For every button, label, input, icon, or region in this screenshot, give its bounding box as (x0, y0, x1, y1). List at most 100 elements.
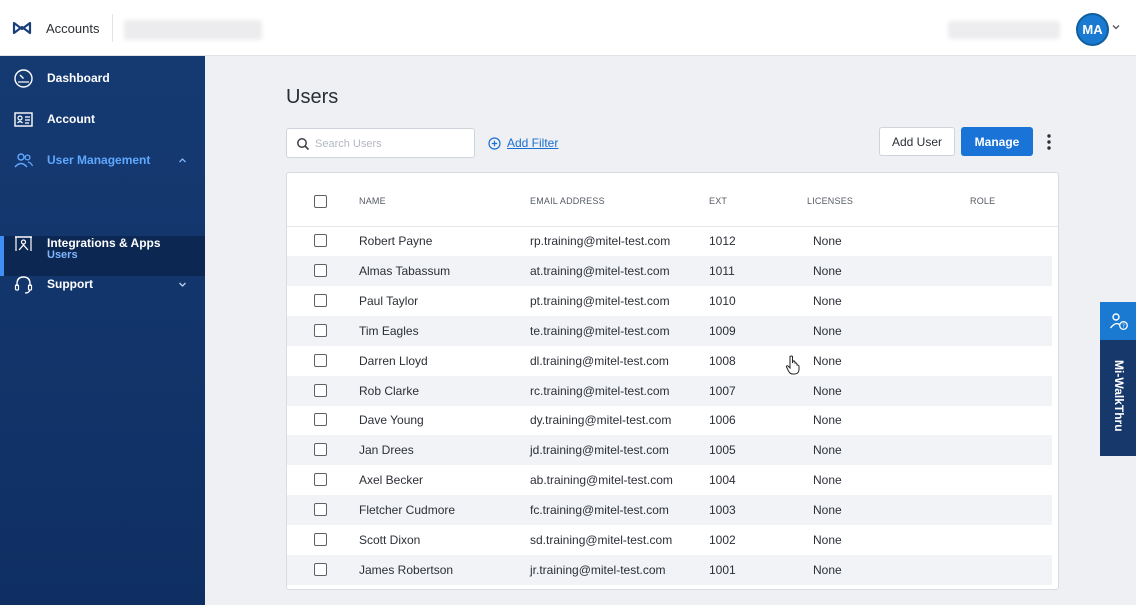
row-checkbox[interactable] (314, 353, 327, 367)
add-user-button[interactable]: Add User (879, 127, 955, 156)
page-title: Users (286, 86, 339, 108)
cell-licenses: None (813, 383, 842, 398)
more-options-icon[interactable] (1041, 131, 1057, 153)
cell-name[interactable]: Axel Becker (359, 473, 423, 487)
cell-ext: 1009 (709, 323, 736, 338)
users-table: NAME EMAIL ADDRESS EXT LICENSES ROLE Rob… (286, 172, 1059, 590)
row-checkbox[interactable] (314, 293, 327, 307)
cell-name[interactable]: Darren Lloyd (359, 354, 428, 368)
table-row[interactable]: Fletcher Cudmore fc.training@mitel-test.c… (287, 495, 1052, 526)
cell-licenses: None (813, 353, 842, 368)
cell-ext: 1011 (709, 263, 735, 278)
cell-email: sd.training@mitel-test.com (530, 533, 673, 547)
cell-email: rp.training@mitel-test.com (530, 234, 671, 248)
sidebar-item-dashboard[interactable]: Dashboard (0, 58, 205, 98)
sidebar-item-user-management[interactable]: User Management (0, 140, 205, 180)
table-row[interactable]: Rob Clarke rc.training@mitel-test.com 1007… (287, 375, 1052, 406)
brand[interactable]: Accounts (12, 18, 99, 38)
add-filter-link[interactable]: Add Filter (488, 136, 558, 150)
account-name-redacted (124, 20, 262, 40)
table-row[interactable]: Dave Young dy.training@mitel-test.com 1006… (287, 405, 1052, 435)
row-checkbox[interactable] (314, 413, 327, 427)
cell-ext: 1001 (709, 562, 736, 577)
column-header-name[interactable]: NAME (359, 196, 386, 206)
cell-email: pt.training@mitel-test.com (530, 293, 670, 308)
table-row[interactable]: Darren Lloyd dl.training@mitel-test.com 10… (287, 346, 1052, 376)
chevron-down-icon[interactable] (1111, 22, 1121, 32)
cell-ext: 1008 (709, 353, 736, 368)
cell-name[interactable]: Dave Young (359, 413, 424, 427)
cell-name[interactable]: Almas Tabassum (359, 264, 450, 278)
mitel-logo-icon (12, 21, 32, 35)
cell-name[interactable]: Paul Taylor (359, 294, 418, 308)
table-row[interactable]: Axel Becker ab.training@mitel-test.com 100… (287, 465, 1052, 495)
select-all-checkbox[interactable] (314, 195, 327, 208)
column-header-licenses[interactable]: LICENSES (807, 196, 853, 206)
table-row[interactable]: Paul Taylor pt.training@mitel-test.com 101… (287, 286, 1052, 316)
cell-licenses: None (813, 473, 842, 488)
cell-ext: 1002 (709, 533, 736, 547)
row-checkbox[interactable] (314, 234, 327, 247)
cell-name[interactable]: Fletcher Cudmore (359, 503, 455, 517)
table-row[interactable]: Tim Eagles te.training@mitel-test.com 1009… (287, 315, 1052, 346)
row-checkbox[interactable] (314, 503, 327, 517)
table-row[interactable]: Almas Tabassum at.training@mitel-test.com… (287, 255, 1052, 286)
dashboard-icon (14, 68, 33, 88)
cell-email: dl.training@mitel-test.com (530, 353, 669, 368)
app-title: Accounts (46, 20, 100, 36)
table-row[interactable]: James Robertson jr.training@mitel-test.co… (287, 554, 1052, 585)
cell-licenses: None (813, 323, 842, 338)
account-card-icon (14, 111, 33, 127)
row-checkbox[interactable] (314, 323, 327, 337)
walkthru-help-button[interactable]: ? (1100, 302, 1136, 340)
chevron-up-icon (179, 157, 186, 162)
cell-name[interactable]: James Robertson (359, 563, 453, 577)
cell-name[interactable]: Robert Payne (359, 234, 432, 248)
table-row[interactable]: Jan Drees jd.training@mitel-test.com 1005 N… (287, 435, 1052, 466)
cell-email: jr.training@mitel-test.com (530, 562, 666, 577)
column-header-ext[interactable]: EXT (709, 196, 727, 206)
manage-button[interactable]: Manage (961, 127, 1033, 156)
row-checkbox[interactable] (314, 263, 327, 277)
support-headset-icon (14, 275, 33, 294)
integrations-icon (15, 235, 32, 251)
cell-licenses: None (813, 533, 842, 547)
svg-text:?: ? (1122, 324, 1125, 330)
walkthru-label: Mi-WalkThru (1112, 360, 1126, 432)
row-checkbox[interactable] (314, 562, 327, 576)
avatar-initials: MA (1082, 22, 1103, 37)
avatar[interactable]: MA (1076, 13, 1109, 46)
row-checkbox[interactable] (314, 473, 327, 487)
cell-name[interactable]: Jan Drees (359, 443, 414, 457)
cell-email: jd.training@mitel-test.com (530, 443, 669, 458)
table-row[interactable]: Robert Payne rp.training@mitel-test.com 10… (287, 226, 1052, 256)
row-checkbox[interactable] (314, 383, 327, 397)
cell-name[interactable]: Rob Clarke (359, 384, 419, 398)
table-header: NAME EMAIL ADDRESS EXT LICENSES ROLE (287, 173, 1058, 227)
cell-licenses: None (813, 413, 842, 428)
row-checkbox[interactable] (314, 533, 327, 546)
sidebar-item-account[interactable]: Account (0, 99, 205, 139)
search-box[interactable] (286, 128, 475, 158)
table-row[interactable]: Scott Dixon sd.training@mitel-test.com 100… (287, 525, 1052, 555)
sidebar-item-label: Integrations & Apps (47, 236, 161, 250)
cell-licenses: None (813, 234, 842, 248)
sidebar-item-support[interactable]: Support (0, 264, 205, 304)
cell-licenses: None (813, 562, 842, 577)
walkthru-tab[interactable]: ? Mi-WalkThru (1100, 302, 1136, 456)
top-bar: Accounts MA (0, 0, 1136, 56)
cell-ext: 1003 (709, 503, 736, 518)
users-icon (14, 152, 34, 167)
sidebar-item-label: Account (47, 112, 95, 126)
cell-licenses: None (813, 443, 842, 458)
sidebar-item-integrations[interactable]: Integrations & Apps (0, 223, 205, 263)
row-checkbox[interactable] (314, 443, 327, 457)
sidebar: Dashboard Account User Management Users (0, 56, 205, 605)
cell-ext: 1012 (709, 234, 736, 248)
column-header-role[interactable]: ROLE (970, 196, 995, 206)
cell-name[interactable]: Tim Eagles (359, 324, 419, 338)
column-header-email[interactable]: EMAIL ADDRESS (530, 196, 605, 206)
search-input[interactable] (315, 135, 465, 153)
cell-name[interactable]: Scott Dixon (359, 533, 420, 547)
cell-email: at.training@mitel-test.com (530, 263, 670, 278)
